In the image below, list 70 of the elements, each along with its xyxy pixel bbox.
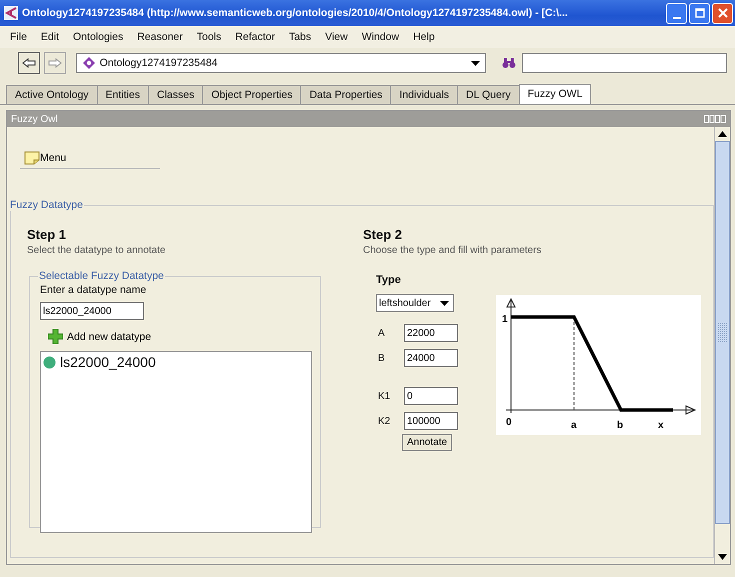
tab[interactable]: Active Ontology [6,85,98,104]
tab[interactable]: Classes [148,85,204,104]
close-icon [718,8,728,18]
back-button[interactable] [18,52,40,74]
group-title: Selectable Fuzzy Datatype [38,270,165,282]
group-title: Fuzzy Datatype [9,199,84,211]
note-icon [24,150,40,164]
ontology-dropdown[interactable]: Ontology1274197235484 [76,53,486,73]
caret-icon [440,300,449,306]
menu-item[interactable]: View [325,31,348,43]
left-arrow-icon [22,58,36,68]
parameter-field[interactable]: 0 [404,387,458,405]
parameter-label: K2 [377,416,392,426]
add-datatype-button[interactable]: Add new datatype [48,329,152,344]
window-title: Ontology1274197235484 (http://www.semanticweb.org/ontologies/2010/4/Ontology1274197235484.owl) - [C:\... [22,7,569,19]
view-title: Fuzzy Owl [11,114,58,124]
tab[interactable]: Individuals [390,85,458,104]
type-label: Type [376,274,402,286]
menu-item[interactable]: Tabs [288,31,312,43]
list-item[interactable]: ls22000_24000 [41,352,311,372]
parameter-label: B [377,352,386,364]
binoculars-icon [502,57,516,69]
menu-item[interactable]: Tools [196,31,222,43]
app-icon [4,6,18,20]
menu-item[interactable]: Window [362,31,400,43]
tab[interactable]: Object Properties [202,85,302,104]
menu-item[interactable]: Edit [40,31,60,43]
step-heading: Step 2 [363,227,404,242]
parameter-field[interactable]: 24000 [404,349,458,367]
search-field[interactable] [522,53,727,73]
maximize-button[interactable] [689,2,710,24]
view-controls-icon [704,115,726,123]
type-dropdown[interactable]: leftshoulder [376,294,454,312]
maximize-icon [694,8,704,18]
step-description: Choose the type and fill with parameters [363,245,542,256]
axis-label: x [658,420,664,431]
axis-label: b [617,420,624,431]
menu-item[interactable]: Reasoner [137,31,183,43]
scrollbar-thumb[interactable] [715,141,730,524]
menu-item[interactable]: File [10,31,27,43]
parameter-field[interactable]: 100000 [404,412,458,430]
plus-icon [48,329,63,344]
step-heading: Step 1 [27,227,68,242]
right-arrow-icon [48,58,62,68]
minimize-icon [672,16,680,18]
axis-label: a [571,420,577,431]
tab[interactable]: Data Properties [300,85,392,104]
menu-item[interactable]: Help [413,31,435,43]
parameter-field[interactable]: 22000 [404,324,458,342]
menu-item[interactable]: Ontologies [73,31,124,43]
tab[interactable]: Entities [96,85,149,104]
diamond-icon [82,57,95,69]
axis-label: 1 [502,314,508,325]
parameter-label: K1 [377,390,392,402]
menu-item[interactable]: Refactor [235,31,275,43]
tab[interactable]: DL Query [457,85,520,104]
scrollbar[interactable] [714,127,730,564]
annotate-button[interactable]: Annotate [402,434,452,451]
parameter-label: A [377,328,386,338]
field-label: Enter a datatype name [40,284,148,296]
axis-label: 0 [506,417,512,428]
grip-icon [718,322,727,342]
step-description: Select the datatype to annotate [27,245,166,256]
tab[interactable]: Fuzzy OWL [518,84,592,104]
menu-button[interactable]: Menu [20,147,160,169]
close-button[interactable] [712,2,733,24]
dot-icon [43,356,56,368]
minimize-button[interactable] [666,2,687,24]
name-field[interactable]: ls22000_24000 [40,302,144,320]
caret-icon [471,60,480,66]
